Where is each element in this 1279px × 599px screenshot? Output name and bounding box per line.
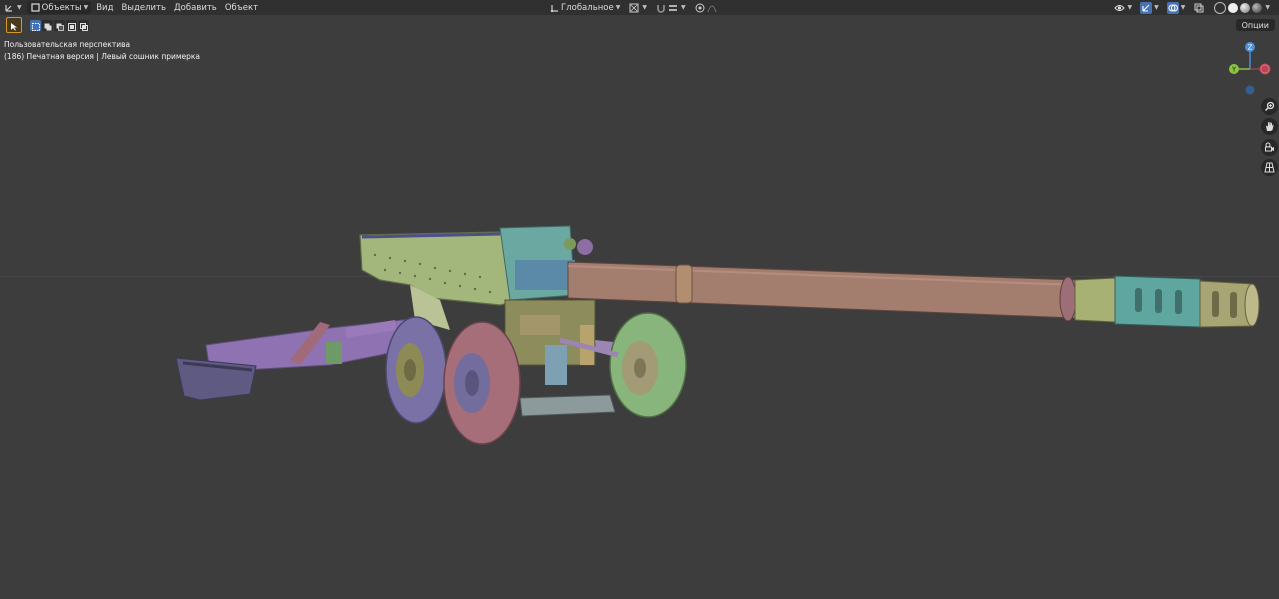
gun-shield	[359, 231, 526, 330]
wheel-front-left	[443, 321, 521, 445]
howitzer-model[interactable]	[0, 0, 1279, 599]
wheel-rear-left	[385, 316, 447, 424]
wheel-right	[609, 312, 687, 418]
gun-barrel	[567, 261, 1260, 328]
